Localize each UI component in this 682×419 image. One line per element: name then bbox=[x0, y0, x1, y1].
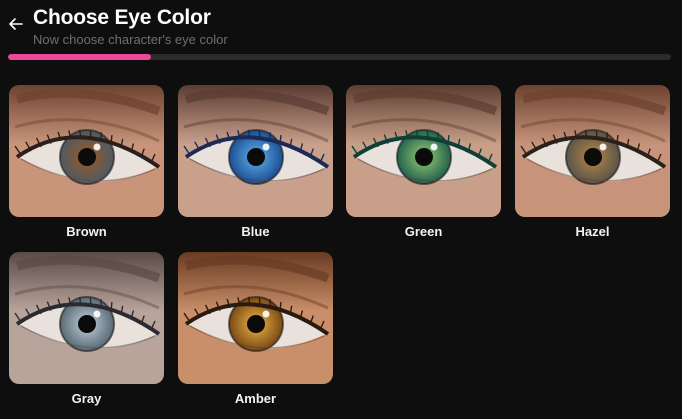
eye-option-green[interactable]: Green bbox=[346, 85, 501, 240]
eye-option-blue[interactable]: Blue bbox=[178, 85, 333, 240]
eye-option-label: Brown bbox=[66, 224, 107, 239]
arrow-left-icon bbox=[9, 18, 23, 30]
progress-fill bbox=[8, 54, 151, 60]
eye-option-label: Blue bbox=[241, 224, 270, 239]
eye-option-label: Amber bbox=[234, 391, 277, 406]
eye-option-label: Gray bbox=[71, 391, 102, 406]
hazel-eye-image bbox=[515, 85, 670, 217]
page-title: Choose Eye Color bbox=[33, 6, 211, 29]
blue-eye-image bbox=[178, 85, 333, 217]
eye-option-label: Green bbox=[404, 224, 443, 239]
page-subtitle: Now choose character's eye color bbox=[33, 32, 228, 47]
brown-eye-image bbox=[9, 85, 164, 217]
eye-option-amber[interactable]: Amber bbox=[178, 252, 333, 407]
eye-option-gray[interactable]: Gray bbox=[9, 252, 164, 407]
eye-option-hazel[interactable]: Hazel bbox=[515, 85, 670, 240]
eye-option-brown[interactable]: Brown bbox=[9, 85, 164, 240]
amber-eye-image bbox=[178, 252, 333, 384]
green-eye-image bbox=[346, 85, 501, 217]
eye-option-label: Hazel bbox=[575, 224, 610, 239]
gray-eye-image bbox=[9, 252, 164, 384]
progress-bar bbox=[8, 54, 671, 60]
back-button[interactable] bbox=[6, 14, 26, 34]
eye-color-screen: Choose Eye Color Now choose character's … bbox=[0, 0, 682, 419]
